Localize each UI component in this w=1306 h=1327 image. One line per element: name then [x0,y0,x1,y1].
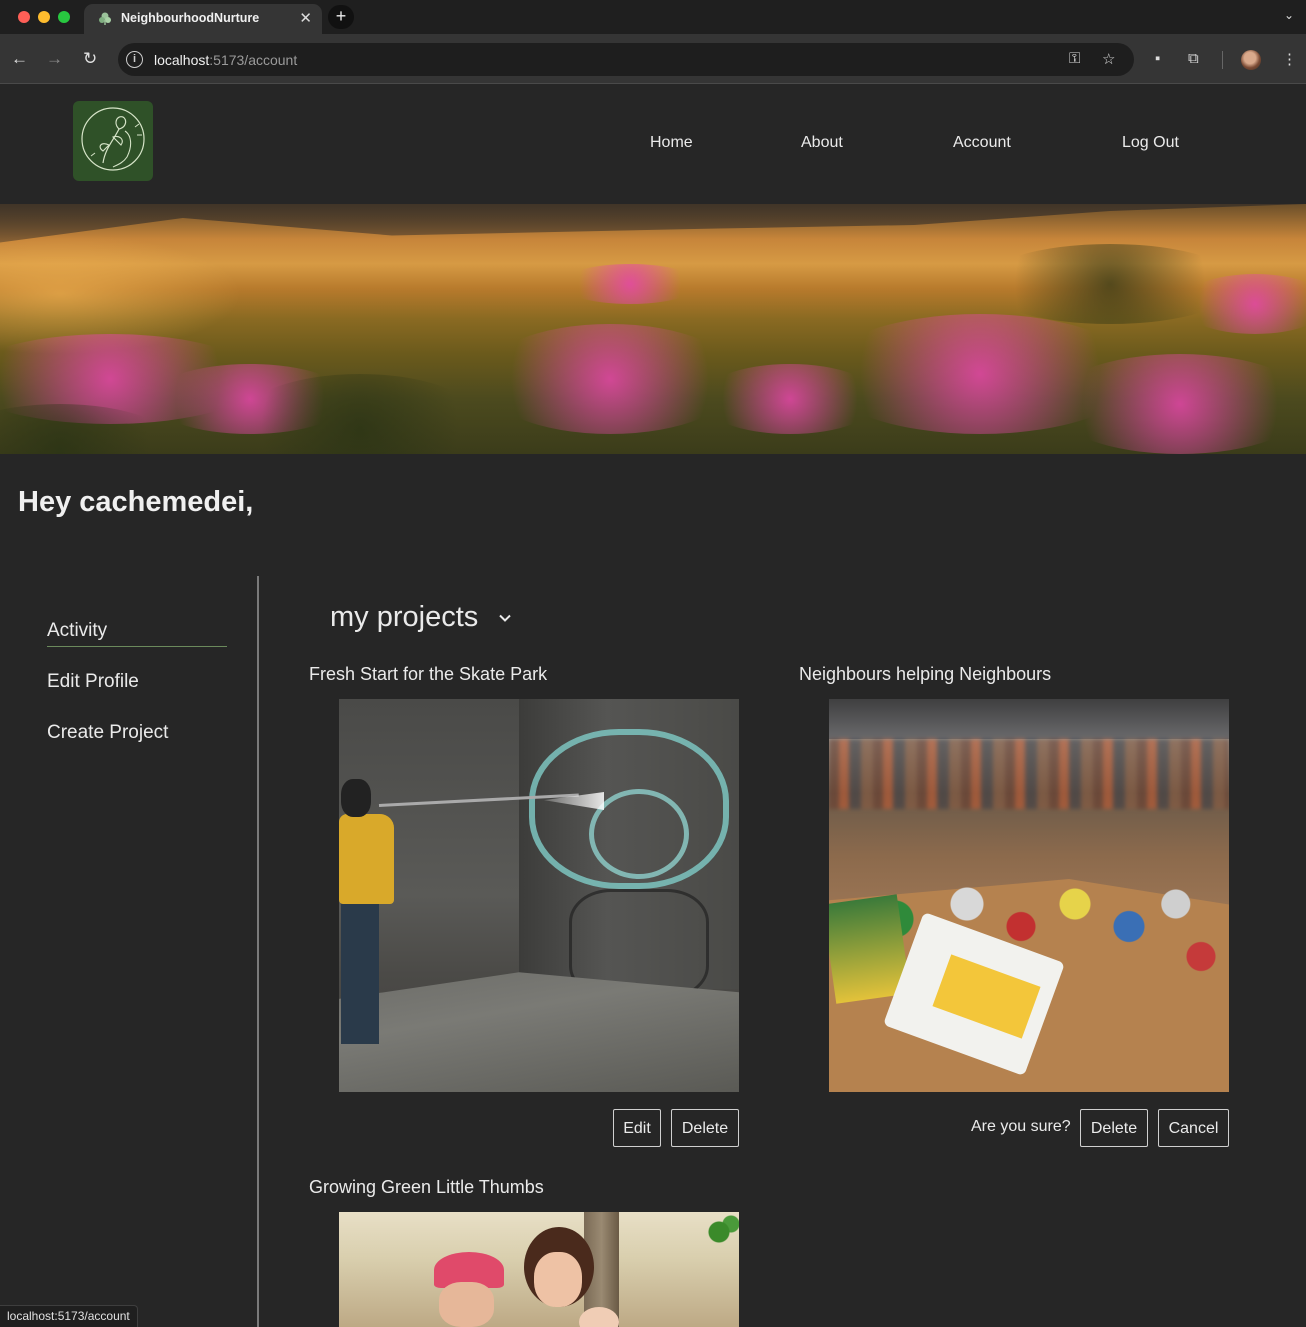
password-key-icon[interactable]: ⚿ [1069,50,1080,67]
browser-tab[interactable]: NeighbourhoodNurture ✕ [84,4,322,34]
project-image[interactable] [339,1212,739,1327]
nav-home-link[interactable]: Home [650,134,693,152]
project-image[interactable] [829,699,1229,1092]
hero-banner-image [0,204,1306,454]
tab-title: NeighbourhoodNurture [121,11,260,25]
site-header: Home About Account Log Out [0,85,1306,204]
sidebar-item-create-project[interactable]: Create Project [47,722,168,744]
greeting-heading: Hey cachemedei, [18,486,254,518]
forward-arrow-icon[interactable]: → [46,49,63,69]
edit-button[interactable]: Edit [613,1109,661,1147]
bookmark-star-icon[interactable]: ☆ [1102,50,1115,68]
site-logo[interactable] [73,101,153,181]
minimize-window-button[interactable] [38,11,50,23]
cancel-button[interactable]: Cancel [1158,1109,1229,1147]
toolbar-separator [1222,51,1223,69]
maximize-window-button[interactable] [58,11,70,23]
profile-avatar[interactable] [1241,50,1261,70]
leaf-favicon-icon [99,12,111,25]
site-info-icon[interactable]: i [126,51,143,68]
new-tab-button[interactable]: + [328,5,354,29]
sidebar-divider [257,576,259,1327]
kebab-menu-icon[interactable]: ⋮ [1282,50,1297,68]
address-bar[interactable]: i localhost:5173/account ⚿ ☆ [118,43,1134,76]
confirm-delete-button[interactable]: Delete [1080,1109,1148,1147]
project-title: Fresh Start for the Skate Park [309,664,548,684]
close-window-button[interactable] [18,11,30,23]
nav-about-link[interactable]: About [801,134,843,152]
project-image[interactable] [339,699,739,1092]
delete-confirm-text: Are you sure? [971,1118,1071,1135]
status-bar-url: localhost:5173/account [0,1305,138,1327]
sidebar-item-activity[interactable]: Activity [47,620,107,642]
delete-button[interactable]: Delete [671,1109,739,1147]
project-title: Growing Green Little Thumbs [309,1177,544,1197]
reload-icon[interactable]: ↻ [83,49,97,69]
tab-search-chevron-icon[interactable]: ⌄ [1284,8,1294,22]
nav-logout-link[interactable]: Log Out [1122,134,1179,152]
sidebar-active-underline [47,646,227,647]
browser-toolbar: ← → ↻ i localhost:5173/account ⚿ ☆ ▪ ⧉ ⋮ [0,34,1306,84]
project-title: Neighbours helping Neighbours [799,664,1052,684]
sidebar-item-edit-profile[interactable]: Edit Profile [47,671,139,693]
floral-logo-icon [81,107,145,171]
section-title: my projects [330,601,479,633]
browser-tab-bar: NeighbourhoodNurture ✕ + ⌄ [0,0,1306,34]
chevron-down-icon[interactable] [498,611,512,625]
extension-puzzle-left-icon[interactable]: ▪ [1155,50,1160,67]
back-arrow-icon[interactable]: ← [11,49,28,69]
url-text[interactable]: localhost:5173/account [154,52,297,68]
tab-close-icon[interactable]: ✕ [299,9,312,27]
nav-account-link[interactable]: Account [953,134,1011,152]
extensions-puzzle-icon[interactable]: ⧉ [1188,50,1199,67]
